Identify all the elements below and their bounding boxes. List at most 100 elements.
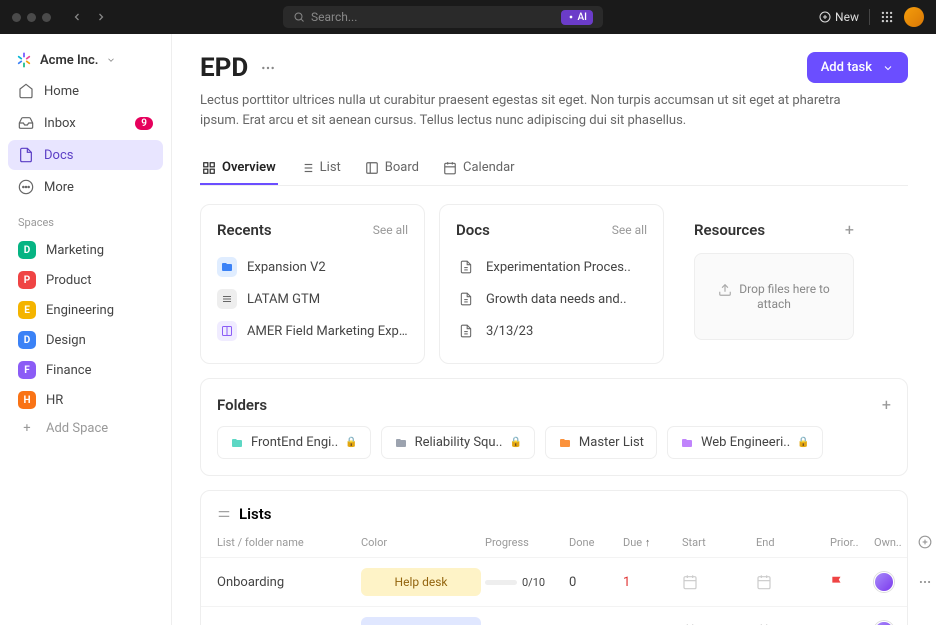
doc-icon <box>456 257 476 277</box>
space-badge: F <box>18 361 36 379</box>
search-icon <box>293 11 305 23</box>
lock-icon: 🔒 <box>509 437 521 448</box>
owner-avatar[interactable] <box>874 572 894 592</box>
space-label: Design <box>46 333 86 348</box>
sidebar-item-more[interactable]: More <box>8 172 163 202</box>
see-all-link[interactable]: See all <box>612 223 647 237</box>
space-label: Marketing <box>46 243 104 258</box>
sidebar-space-item[interactable]: F Finance <box>8 355 163 385</box>
space-badge: P <box>18 271 36 289</box>
lock-icon: 🔒 <box>797 437 809 448</box>
new-button[interactable]: New <box>819 10 859 24</box>
add-task-button[interactable]: Add task <box>807 52 908 83</box>
page-more-button[interactable] <box>256 56 280 80</box>
page-description: Lectus porttitor ultrices nulla ut curab… <box>200 91 880 130</box>
owner-avatar[interactable] <box>874 621 894 625</box>
sidebar-item-home[interactable]: Home <box>8 76 163 106</box>
item-label: Experimentation Proces.. <box>486 260 631 275</box>
tab-calendar[interactable]: Calendar <box>441 152 517 185</box>
add-resource-button[interactable]: + <box>845 220 854 239</box>
workspace-name: Acme Inc. <box>40 53 98 68</box>
doc-item[interactable]: 3/13/23 <box>456 315 647 347</box>
sidebar: Acme Inc. Home Inbox 9 Docs More Spaces … <box>0 34 172 625</box>
add-space-label: Add Space <box>46 421 108 436</box>
sidebar-item-inbox[interactable]: Inbox 9 <box>8 108 163 138</box>
nav-forward-button[interactable] <box>91 7 111 27</box>
add-space-button[interactable]: + Add Space <box>8 415 163 442</box>
col-due[interactable]: Due ↑ <box>623 536 678 549</box>
item-label: LATAM GTM <box>247 292 320 307</box>
folder-chip[interactable]: Web Engineeri..🔒 <box>667 426 823 459</box>
space-label: Engineering <box>46 303 114 318</box>
card-title: Resources <box>694 221 765 239</box>
table-row[interactable]: Onboarding Help desk 0/10 0 1 <box>201 557 907 606</box>
apps-icon[interactable] <box>880 10 894 24</box>
col-color: Color <box>361 536 481 549</box>
space-label: Finance <box>46 363 91 378</box>
ai-button[interactable]: AI <box>561 10 593 25</box>
plus-icon: + <box>18 421 36 436</box>
list-icon <box>300 161 314 175</box>
color-tag[interactable]: Help desk <box>361 568 481 596</box>
close-light[interactable] <box>12 13 21 22</box>
doc-item[interactable]: Experimentation Proces.. <box>456 251 647 283</box>
col-start: Start <box>682 536 752 549</box>
folder-label: Reliability Squ.. <box>415 435 503 450</box>
grid-icon <box>202 161 216 175</box>
board-icon <box>365 161 379 175</box>
sidebar-space-item[interactable]: DDesign <box>8 325 163 355</box>
doc-item[interactable]: Growth data needs and.. <box>456 283 647 315</box>
sidebar-item-label: Inbox <box>44 116 76 131</box>
dropzone[interactable]: Drop files here to attach <box>694 253 854 340</box>
priority-flag[interactable] <box>830 575 870 589</box>
item-label: AMER Field Marketing Experim <box>247 324 408 339</box>
space-badge: H <box>18 391 36 409</box>
search-input[interactable]: Search... AI <box>283 6 603 28</box>
add-column-button[interactable] <box>918 535 936 549</box>
space-label: HR <box>46 393 63 408</box>
nav-back-button[interactable] <box>67 7 87 27</box>
folder-icon <box>230 437 244 449</box>
color-tag[interactable]: Integrations <box>361 617 481 625</box>
item-label: Expansion V2 <box>247 260 326 275</box>
tab-overview[interactable]: Overview <box>200 152 278 185</box>
col-progress: Progress <box>485 536 565 549</box>
folder-chip[interactable]: Master List <box>545 426 657 459</box>
end-date-button[interactable] <box>756 574 826 590</box>
recent-item[interactable]: AMER Field Marketing Experim <box>217 315 408 347</box>
tab-board[interactable]: Board <box>363 152 421 185</box>
folder-icon <box>558 437 572 449</box>
sidebar-space-item[interactable]: DMarketing <box>8 235 163 265</box>
folder-chip[interactable]: FrontEnd Engi..🔒 <box>217 426 371 459</box>
recents-card: Recents See all Expansion V2LATAM GTMAME… <box>200 204 425 364</box>
chevron-down-icon <box>106 55 116 65</box>
min-light[interactable] <box>27 13 36 22</box>
recent-item[interactable]: Expansion V2 <box>217 251 408 283</box>
user-avatar[interactable] <box>904 7 924 27</box>
tab-list[interactable]: List <box>298 152 343 185</box>
resources-card: Resources + Drop files here to attach <box>678 204 870 364</box>
row-more-button[interactable] <box>918 575 936 589</box>
sidebar-space-item[interactable]: PProduct <box>8 265 163 295</box>
item-label: Growth data needs and.. <box>486 292 627 307</box>
inbox-badge: 9 <box>135 117 153 130</box>
folder-chip[interactable]: Reliability Squ.. 🔒 <box>381 426 535 459</box>
folder-label: Master List <box>579 435 644 450</box>
sidebar-item-docs[interactable]: Docs <box>8 140 163 170</box>
sidebar-space-item[interactable]: EEngineering <box>8 295 163 325</box>
sidebar-space-item[interactable]: H HR <box>8 385 163 415</box>
recent-item[interactable]: LATAM GTM <box>217 283 408 315</box>
main-content: EPD Add task Lectus porttitor ultrices n… <box>172 34 936 625</box>
drag-icon[interactable] <box>217 507 231 521</box>
workspace-logo-icon <box>16 52 32 68</box>
add-folder-button[interactable]: + <box>882 395 891 414</box>
workspace-switcher[interactable]: Acme Inc. <box>8 46 163 74</box>
folders-section: Folders + FrontEnd Engi..🔒Reliability Sq… <box>200 378 908 476</box>
max-light[interactable] <box>42 13 51 22</box>
sidebar-item-label: Docs <box>44 148 73 163</box>
see-all-link[interactable]: See all <box>373 223 408 237</box>
traffic-lights <box>12 13 51 22</box>
table-row[interactable]: Hemant Priorities Integrations 4/8 4 2 <box>201 606 907 625</box>
chevron-down-icon <box>882 62 894 74</box>
start-date-button[interactable] <box>682 574 752 590</box>
